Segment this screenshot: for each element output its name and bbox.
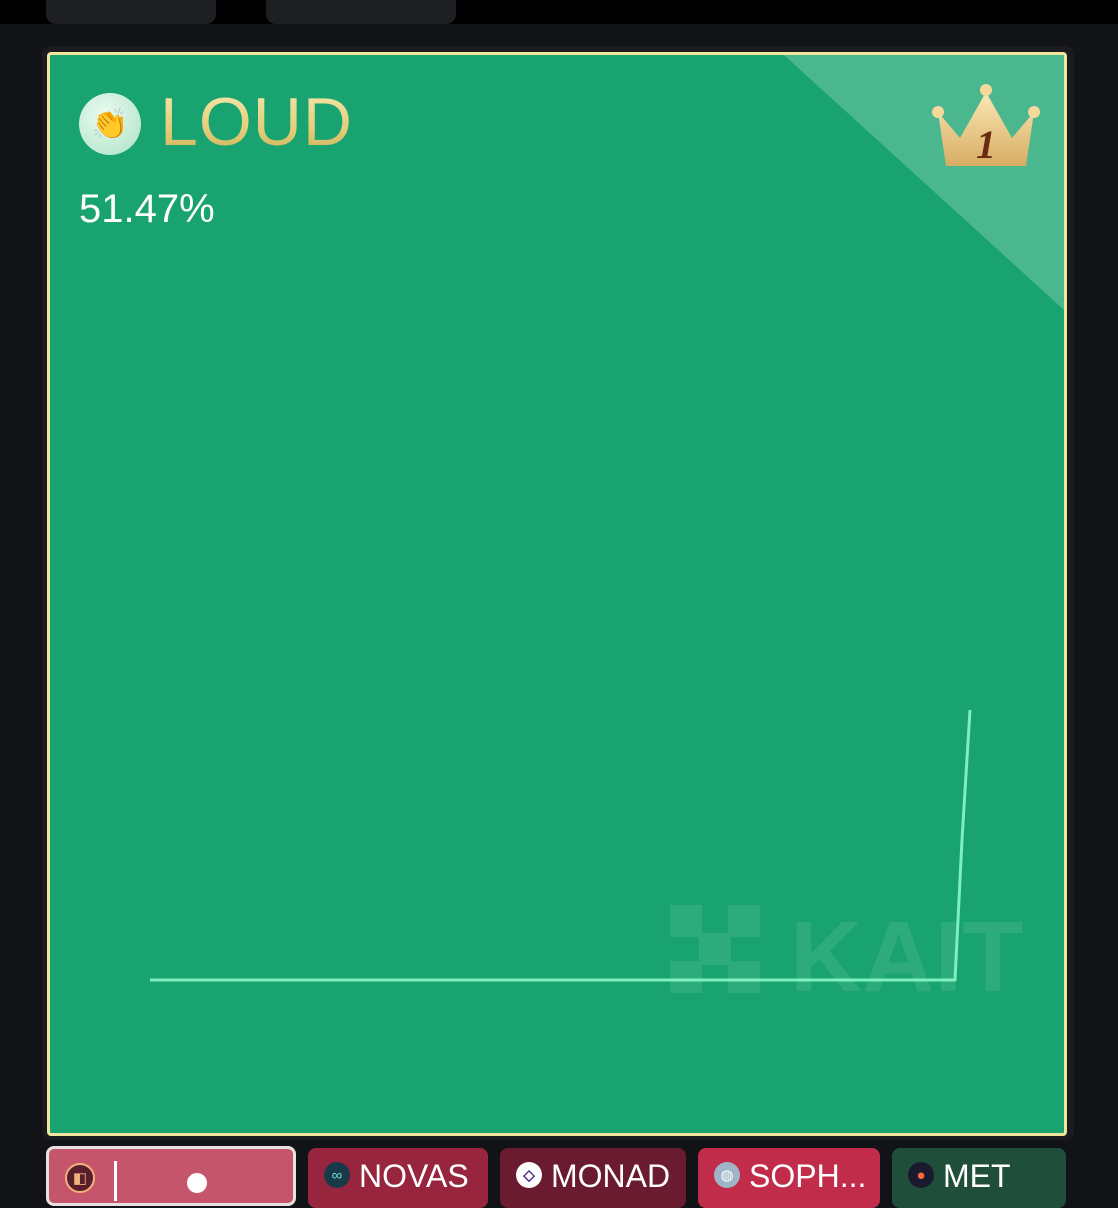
token-card[interactable]: 1 👏 LOUD 51.47% KAIT (47, 52, 1067, 1136)
sophon-icon: ◍ (714, 1162, 740, 1188)
top-bar (0, 0, 1118, 24)
tab-novas[interactable]: ∞ NOVAS (308, 1148, 488, 1208)
mindshare-chart (150, 709, 972, 982)
token-tabs: ◧ ∞ NOVAS ◇ MONAD ◍ SOPH... ● MET (46, 1146, 1076, 1208)
tab-label: MET (943, 1158, 1011, 1194)
top-tab[interactable] (46, 0, 216, 24)
tab-loud[interactable]: ◧ (46, 1146, 296, 1206)
novas-icon: ∞ (324, 1162, 350, 1188)
met-icon: ● (908, 1162, 934, 1188)
tab-sophon[interactable]: ◍ SOPH... (698, 1148, 880, 1208)
tab-monad[interactable]: ◇ MONAD (500, 1148, 686, 1208)
monad-icon: ◇ (516, 1162, 542, 1188)
tab-met[interactable]: ● MET (892, 1148, 1066, 1208)
loud-logo-icon: ◧ (65, 1163, 95, 1193)
tab-glyph (187, 1173, 207, 1193)
tab-label: MONAD (551, 1158, 671, 1194)
tab-label: SOPH... (749, 1158, 867, 1194)
top-tab[interactable] (266, 0, 456, 24)
series-line (150, 709, 972, 982)
tab-label: NOVAS (359, 1158, 469, 1194)
